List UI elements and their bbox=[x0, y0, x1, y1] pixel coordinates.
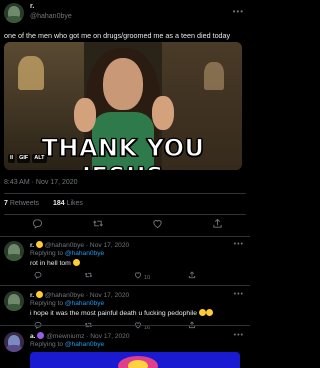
divider bbox=[4, 214, 246, 215]
emoji-icon bbox=[35, 291, 43, 298]
retweets-count[interactable]: 7 bbox=[4, 200, 8, 207]
divider bbox=[0, 236, 250, 237]
reply-date[interactable]: · Nov 17, 2020 bbox=[86, 292, 129, 299]
author-name[interactable]: r. bbox=[30, 242, 34, 249]
like-icon[interactable] bbox=[152, 218, 163, 233]
avatar[interactable] bbox=[4, 291, 24, 311]
emoji-icon bbox=[72, 259, 80, 266]
like-count: 10 bbox=[144, 275, 151, 281]
tweet-header: r. @hahan0bye ••• bbox=[4, 3, 246, 25]
tweet-timestamp[interactable]: 8:43 AM · Nov 17, 2020 bbox=[4, 179, 78, 186]
emoji-icon bbox=[35, 241, 43, 248]
author-name[interactable]: r. bbox=[30, 3, 34, 10]
replying-to-label: Replying to bbox=[30, 341, 63, 348]
share-icon[interactable] bbox=[188, 321, 196, 332]
emoji-icon bbox=[205, 309, 213, 316]
reply-text: i hope it was the most painful death u f… bbox=[30, 309, 213, 317]
reply-icon[interactable] bbox=[34, 321, 42, 332]
pause-button[interactable]: II bbox=[8, 154, 16, 163]
replying-to-link[interactable]: @hahan0bye bbox=[65, 300, 104, 307]
likes-label[interactable]: Likes bbox=[67, 200, 83, 207]
replying-to-link[interactable]: @hahan0bye bbox=[65, 341, 104, 348]
tweet-text: one of the men who got me on drugs/groom… bbox=[4, 31, 231, 40]
more-horizontal-icon[interactable]: ••• bbox=[234, 332, 244, 339]
replying-to-link[interactable]: @hahan0bye bbox=[65, 250, 104, 257]
reply-date[interactable]: · Nov 17, 2020 bbox=[86, 242, 129, 249]
avatar[interactable] bbox=[4, 3, 24, 23]
reply-text-content: i hope it was the most painful death u f… bbox=[30, 310, 198, 317]
retweets-label[interactable]: Retweets bbox=[10, 200, 39, 207]
retweet-icon[interactable] bbox=[92, 218, 104, 233]
share-icon[interactable] bbox=[212, 218, 223, 233]
reply-date[interactable]: · Nov 17, 2020 bbox=[86, 333, 129, 340]
like-icon[interactable]: 10 bbox=[134, 271, 150, 283]
reply-icon[interactable] bbox=[34, 271, 42, 282]
reply-meta: r. @hahan0bye · Nov 17, 2020 bbox=[30, 241, 129, 249]
author-handle[interactable]: @mewniumz bbox=[46, 333, 84, 340]
more-horizontal-icon[interactable]: ••• bbox=[233, 7, 244, 16]
retweet-icon[interactable] bbox=[84, 321, 93, 332]
reply-text-content: rot in hell tom bbox=[30, 260, 71, 267]
reply-meta: a. @mewniumz · Nov 17, 2020 bbox=[30, 332, 130, 340]
divider bbox=[4, 193, 246, 194]
reply-text: rot in hell tom bbox=[30, 259, 80, 267]
gif-media[interactable]: THANK YOU JESUS II GIF ALT bbox=[4, 42, 242, 170]
heart-emoji-icon bbox=[37, 332, 45, 339]
author-handle[interactable]: @hahan0bye bbox=[30, 13, 72, 20]
reply-actions: 10 bbox=[30, 271, 240, 281]
replying-to: Replying to @hahan0bye bbox=[30, 300, 104, 307]
more-horizontal-icon[interactable]: ••• bbox=[234, 291, 244, 298]
tweet-stats: 7 Retweets 184 Likes bbox=[4, 200, 83, 207]
author-handle[interactable]: @hahan0bye bbox=[45, 292, 84, 299]
like-icon[interactable]: 16 bbox=[134, 321, 150, 333]
reply-actions: 16 bbox=[30, 321, 240, 331]
reply-meta: r. @hahan0bye · Nov 17, 2020 bbox=[30, 291, 129, 299]
divider bbox=[0, 285, 250, 286]
replying-to-label: Replying to bbox=[30, 250, 63, 257]
emoji-icon bbox=[198, 309, 206, 316]
avatar[interactable] bbox=[4, 241, 24, 261]
more-horizontal-icon[interactable]: ••• bbox=[234, 241, 244, 248]
author-name[interactable]: r. bbox=[30, 292, 34, 299]
reply-icon[interactable] bbox=[32, 218, 43, 233]
gif-caption: THANK YOU JESUS bbox=[41, 133, 205, 170]
replying-to-label: Replying to bbox=[30, 300, 63, 307]
likes-count[interactable]: 184 bbox=[53, 200, 65, 207]
retweet-icon[interactable] bbox=[84, 271, 93, 282]
alt-badge[interactable]: ALT bbox=[32, 154, 47, 163]
share-icon[interactable] bbox=[188, 271, 196, 282]
gif-controls: II GIF ALT bbox=[8, 154, 47, 164]
replying-to: Replying to @hahan0bye bbox=[30, 341, 104, 348]
replying-to: Replying to @hahan0bye bbox=[30, 250, 104, 257]
author-name[interactable]: a. bbox=[30, 333, 36, 340]
author-handle[interactable]: @hahan0bye bbox=[45, 242, 84, 249]
gif-badge: GIF bbox=[17, 154, 31, 163]
divider bbox=[0, 325, 250, 326]
avatar[interactable] bbox=[4, 332, 24, 352]
reply-media-preview[interactable] bbox=[30, 352, 240, 368]
tweet-actions bbox=[4, 218, 246, 234]
